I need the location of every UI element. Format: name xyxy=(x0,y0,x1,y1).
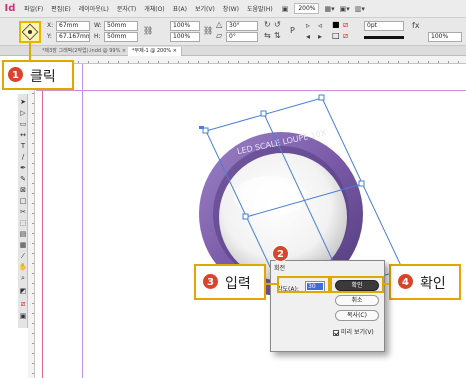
cancel-button[interactable]: 취소 xyxy=(335,295,379,306)
step3-badge: 3 xyxy=(202,273,219,290)
step4-label: 확인 xyxy=(420,276,446,292)
preview-label: 미리 보기(V) xyxy=(341,329,374,336)
step4-badge: 4 xyxy=(397,273,414,290)
handle-top-middle[interactable] xyxy=(260,110,267,117)
dialog-title: 회전 xyxy=(274,265,286,272)
object-layer: LED SCALE LOUPE 10X xyxy=(199,94,406,306)
content-grabber[interactable] xyxy=(199,126,204,129)
step1-label: 클릭 xyxy=(30,69,56,85)
step2-badge: 2 xyxy=(272,245,289,262)
copy-button[interactable]: 복사(C) xyxy=(335,310,379,321)
preview-checkbox[interactable]: 미리 보기(V) xyxy=(333,327,374,336)
handle-left-middle[interactable] xyxy=(242,213,249,220)
step1-badge: 1 xyxy=(7,66,24,83)
step3-label: 입력 xyxy=(225,276,251,292)
preview-check-icon xyxy=(333,329,339,336)
callout-connector-3 xyxy=(266,283,277,285)
handle-top-right[interactable] xyxy=(318,94,325,101)
callout-connector-1 xyxy=(29,43,31,60)
ok-button-highlight xyxy=(330,276,384,293)
angle-input-highlight xyxy=(277,276,330,293)
callout-connector-4 xyxy=(384,283,389,285)
handle-right-middle[interactable] xyxy=(358,180,365,187)
rotate-dialog: 회전 각도(A): 30 확인 취소 복사(C) 미리 보기(V) xyxy=(270,260,385,352)
